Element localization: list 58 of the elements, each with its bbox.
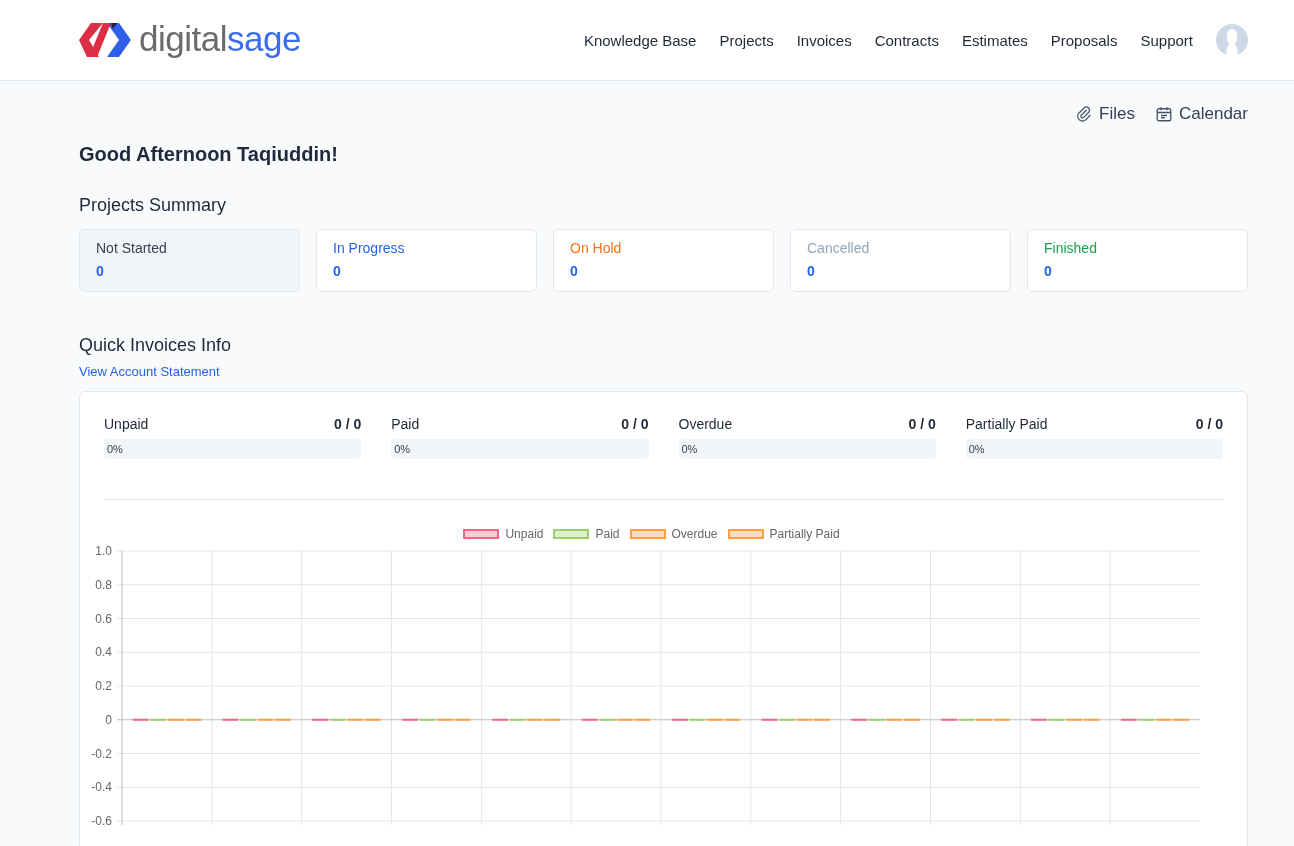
greeting-heading: Good Afternoon Taqiuddin! [79, 143, 338, 166]
y-tick-label: -0.6 [91, 814, 112, 828]
status-count: 0 [333, 263, 341, 279]
progress-percent: 0% [680, 443, 698, 455]
status-label: Not Started [96, 240, 167, 256]
invoice-total: 0 / 0 [334, 416, 362, 432]
nav-link[interactable]: Support [1140, 31, 1193, 49]
invoice-total: 0 / 0 [1195, 416, 1223, 432]
logo-text: digitalsage [139, 20, 301, 60]
y-tick-label: 0.6 [95, 611, 112, 626]
y-tick-label: 0.2 [95, 679, 112, 693]
avatar-icon[interactable] [1216, 24, 1248, 56]
status-card[interactable]: Not Started 0 [79, 229, 300, 292]
legend-label[interactable]: Overdue [671, 527, 718, 541]
calendar-icon [1155, 105, 1173, 123]
legend-label[interactable]: Partially Paid [769, 527, 840, 541]
nav-link[interactable]: Estimates [961, 31, 1028, 49]
y-tick-label: 1.0 [95, 544, 112, 558]
invoice-total: 0 / 0 [621, 416, 649, 432]
nav-link[interactable]: Contracts [874, 31, 939, 49]
nav-link[interactable]: Knowledge Base [583, 31, 697, 49]
paperclip-icon [1075, 105, 1094, 123]
status-count: 0 [570, 263, 578, 279]
status-count: 0 [96, 263, 104, 279]
nav-link[interactable]: Invoices [796, 31, 852, 49]
status-count: 0 [1044, 263, 1052, 279]
status-label: On Hold [570, 240, 622, 256]
quick-link[interactable]: Files [1075, 103, 1135, 125]
status-card[interactable]: On Hold 0 [553, 229, 774, 292]
nav-link[interactable]: Proposals [1050, 31, 1118, 49]
y-tick-label: 0 [105, 712, 112, 727]
y-tick-label: 0.8 [95, 577, 112, 592]
invoice-status-label: Overdue [678, 416, 733, 432]
status-card[interactable]: Finished 0 [1027, 229, 1248, 292]
legend-label[interactable]: Unpaid [505, 527, 544, 541]
section-heading: Quick Invoices Info [79, 335, 232, 356]
invoice-status-label: Partially Paid [965, 416, 1048, 432]
quick-link[interactable]: Calendar [1155, 103, 1248, 125]
y-tick-label: -0.2 [91, 746, 112, 761]
y-tick-label: -0.4 [91, 780, 112, 795]
invoice-status-label: Unpaid [104, 416, 149, 432]
account-statement-link[interactable]: View Account Statement [79, 364, 220, 379]
status-count: 0 [807, 263, 815, 279]
status-label: Finished [1044, 240, 1097, 256]
section-heading: Projects Summary [79, 195, 227, 216]
invoice-total: 0 / 0 [908, 416, 936, 432]
status-label: Cancelled [807, 240, 870, 256]
progress-percent: 0% [393, 443, 411, 455]
status-label: In Progress [333, 240, 405, 256]
status-card[interactable]: In Progress 0 [316, 229, 537, 292]
status-card[interactable]: Cancelled 0 [790, 229, 1011, 292]
progress-percent: 0% [967, 443, 985, 455]
invoice-status-label: Paid [391, 416, 420, 432]
legend-label[interactable]: Paid [595, 527, 620, 541]
nav-link[interactable]: Projects [719, 31, 774, 49]
progress-percent: 0% [106, 443, 123, 455]
logo-icon [79, 23, 131, 57]
y-tick-label: 0.4 [95, 645, 112, 660]
